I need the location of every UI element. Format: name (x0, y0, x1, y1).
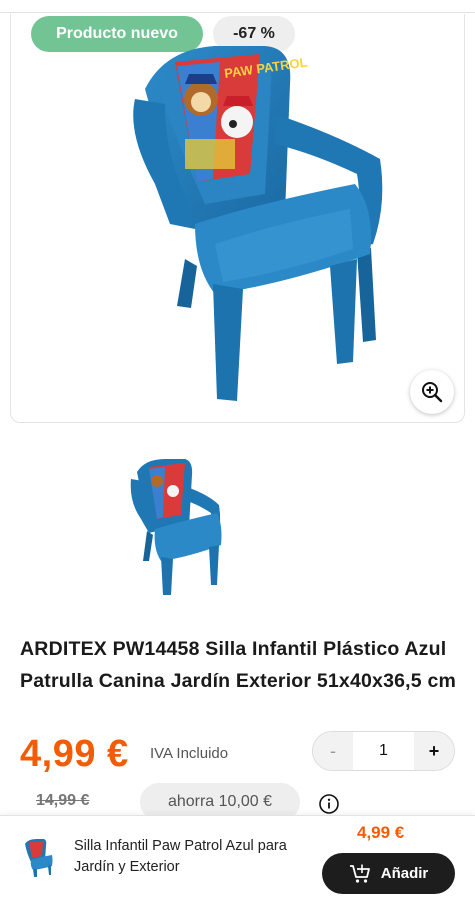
sticky-bar-price: 4,99 € (357, 823, 405, 842)
product-thumbnail[interactable] (127, 457, 227, 597)
sticky-bar-thumbnail (25, 839, 53, 877)
top-divider (0, 12, 475, 13)
add-to-cart-button[interactable]: Añadir (322, 853, 455, 894)
quantity-stepper: - 1 + (312, 731, 455, 771)
current-price: 4,99 € (20, 733, 129, 775)
tax-note: IVA Incluido (150, 745, 229, 762)
product-title: ARDITEX PW14458 Silla Infantil Plástico … (20, 638, 457, 692)
product-main-image[interactable]: PAW PATROL (125, 44, 395, 409)
info-icon[interactable] (318, 793, 340, 815)
decrease-quantity-button[interactable]: - (313, 732, 353, 770)
add-to-cart-icon (349, 864, 370, 883)
zoom-button[interactable] (410, 370, 454, 414)
original-price: 14,99 € (36, 792, 90, 809)
add-to-cart-label: Añadir (380, 865, 429, 882)
quantity-value[interactable]: 1 (353, 732, 414, 770)
increase-quantity-button[interactable]: + (414, 732, 454, 770)
sticky-bar-title: Silla Infantil Paw Patrol Azul para Jard… (74, 838, 287, 875)
zoom-in-icon (422, 382, 443, 403)
